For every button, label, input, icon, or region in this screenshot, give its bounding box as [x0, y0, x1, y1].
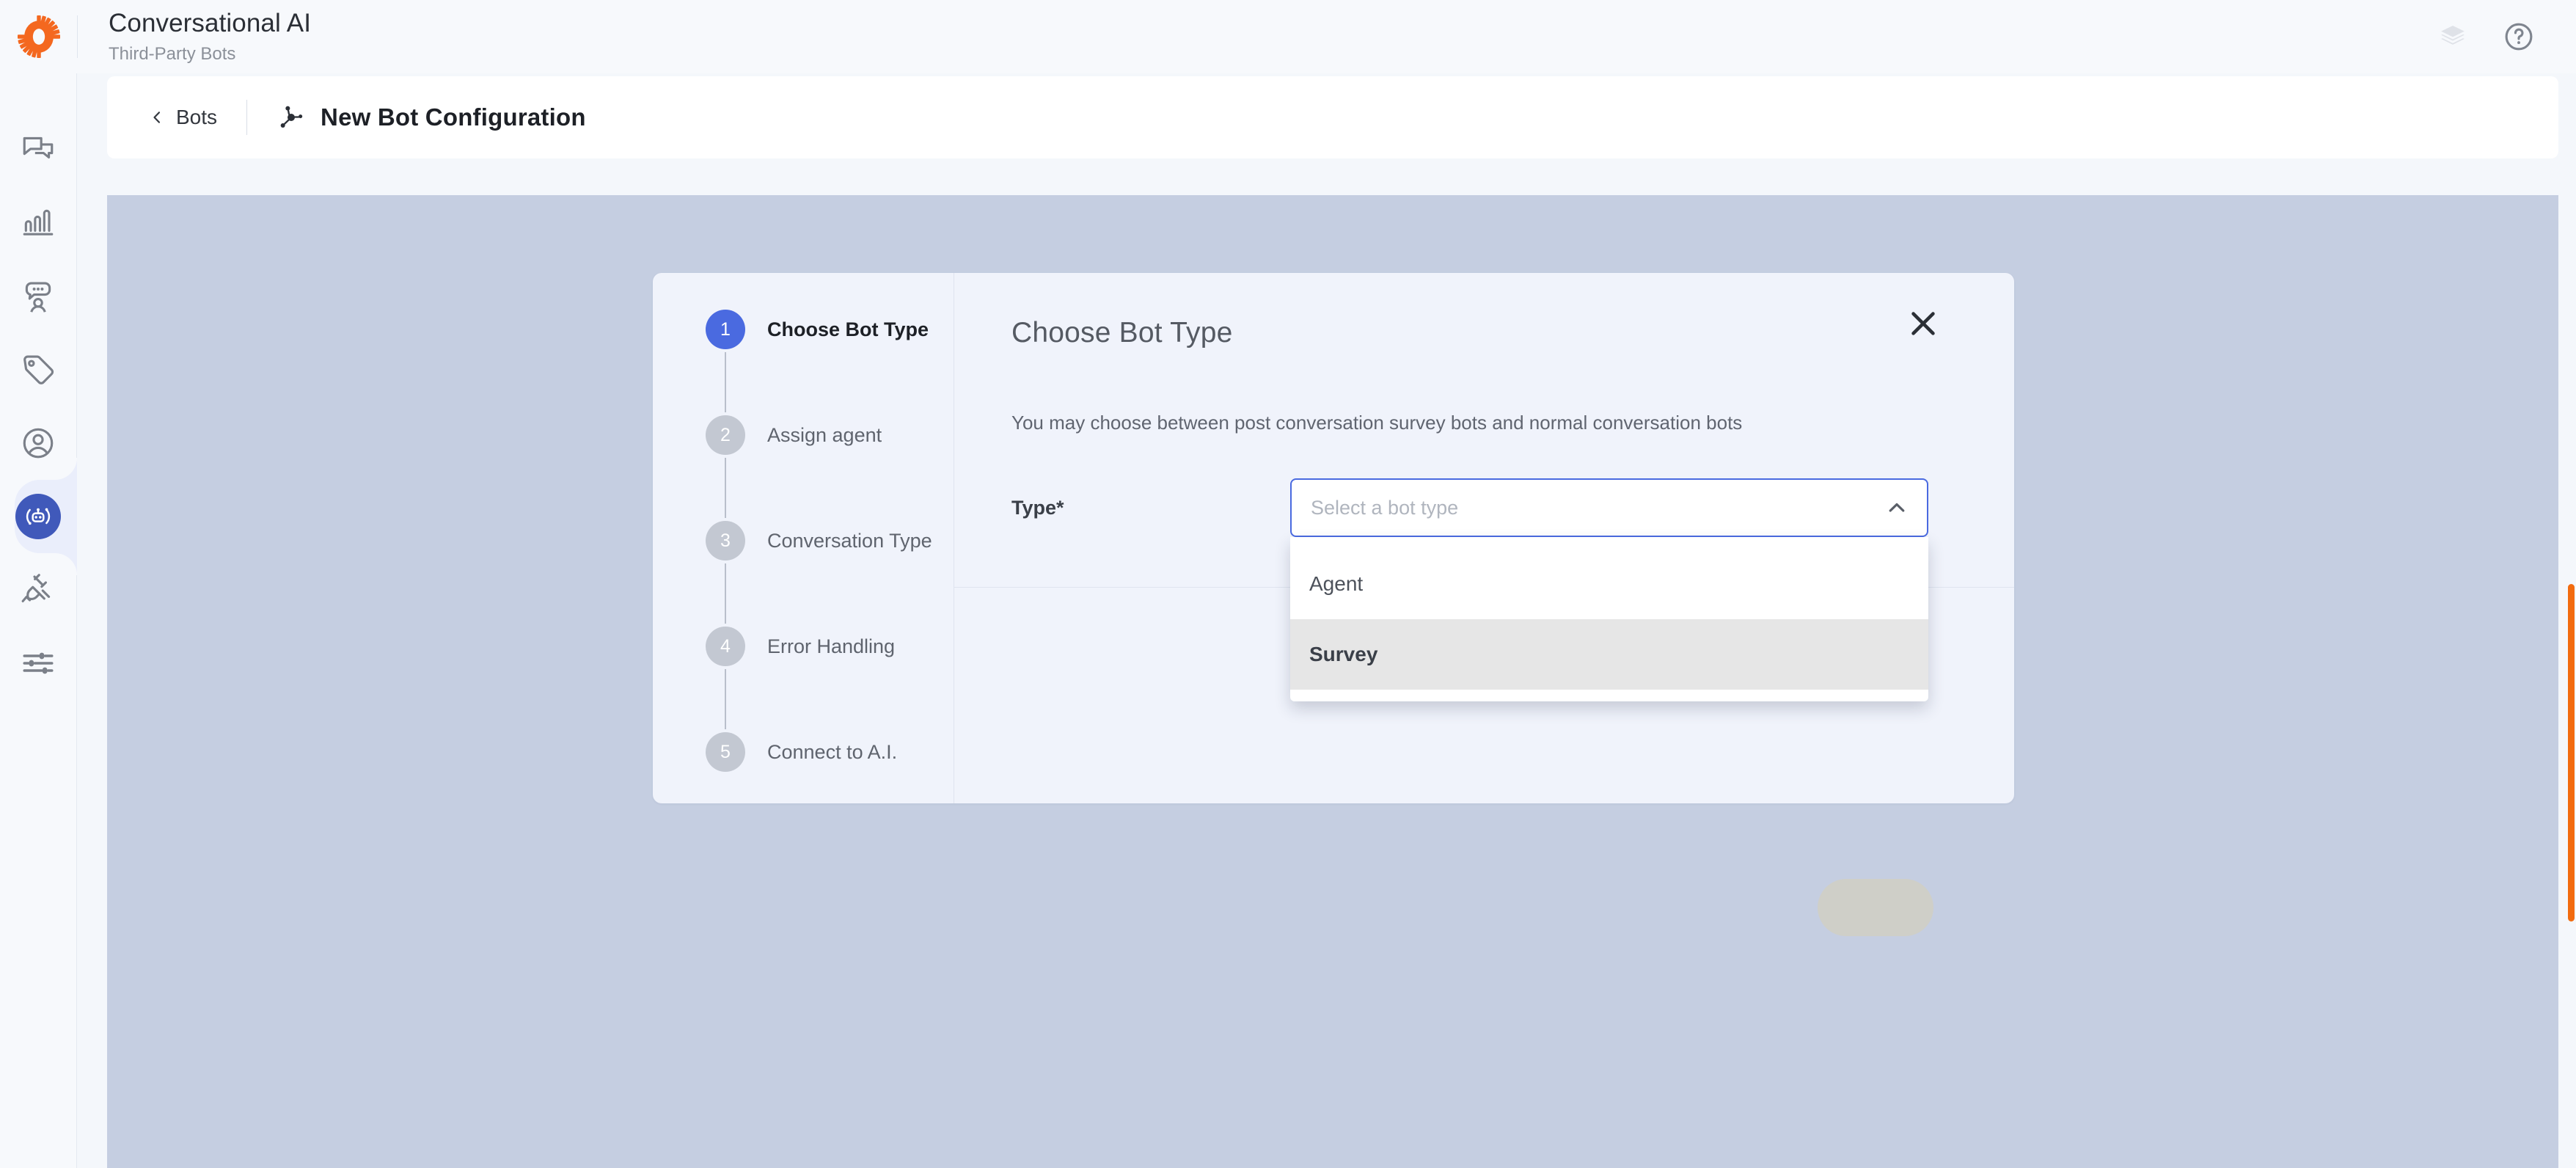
chevron-left-icon [153, 112, 160, 123]
bot-icon [26, 508, 51, 525]
step-number: 5 [706, 732, 745, 772]
agent-speech-icon [25, 282, 51, 313]
bot-type-label: Type* [1011, 496, 1064, 519]
sidebar-item-settings[interactable] [0, 627, 77, 700]
breadcrumb: Bots New Bot Configuration [107, 76, 2558, 158]
sidebar-rail [0, 73, 77, 1168]
bot-type-field-row: Type* Select a bot type Agent Survey [1011, 478, 2014, 701]
step-label: Choose Bot Type [767, 318, 929, 340]
close-button[interactable] [1900, 301, 1946, 346]
wizard-step-2[interactable]: 2 Assign agent [706, 412, 954, 458]
back-to-bots-link[interactable]: Bots [150, 106, 217, 129]
step-number: 2 [706, 415, 745, 455]
bot-type-placeholder: Select a bot type [1311, 496, 1459, 519]
sidebar-item-integrations[interactable] [0, 553, 77, 627]
next-button[interactable] [1818, 879, 1933, 936]
app-root: Conversational AI Third-Party Bots Bots … [0, 0, 2576, 1168]
sidebar-item-conversations[interactable] [0, 113, 77, 186]
wizard-step-3[interactable]: 3 Conversation Type [706, 518, 954, 563]
bar-chart-icon [23, 209, 54, 236]
wizard-step-4[interactable]: 4 Error Handling [706, 624, 954, 669]
step-number: 3 [706, 521, 745, 561]
rail-notch-top [54, 458, 77, 480]
sidebar-item-tags[interactable] [0, 333, 77, 406]
header-actions [2434, 18, 2576, 56]
header-title-block: Conversational AI Third-Party Bots [78, 8, 311, 65]
app-logo[interactable] [0, 0, 77, 73]
bot-type-select-wrap: Select a bot type Agent Survey [1290, 478, 1928, 701]
sidebar-item-agents[interactable] [0, 260, 77, 333]
step-number: 4 [706, 627, 745, 666]
page-title: Conversational AI [109, 9, 312, 38]
step-connector [706, 458, 745, 518]
bot-type-options: Agent Survey [1290, 537, 1928, 701]
step-label: Connect to A.I. [767, 740, 898, 763]
wizard-steps: 1 Choose Bot Type 2 Assign agent 3 Conve… [653, 273, 954, 803]
step-label: Conversation Type [767, 529, 932, 552]
layers-icon [2441, 26, 2465, 45]
sidebar-item-bots[interactable] [0, 458, 77, 575]
page-scrollbar[interactable] [2566, 195, 2576, 1168]
step-number: 1 [706, 310, 745, 349]
chevron-up-icon [1889, 503, 1905, 512]
help-button[interactable] [2500, 18, 2538, 56]
top-header: Conversational AI Third-Party Bots [0, 0, 2576, 73]
panel-header: Choose Bot Type You may choose between p… [954, 273, 2014, 434]
wizard-panel: Choose Bot Type You may choose between p… [954, 273, 2014, 936]
panel-description: You may choose between post conversation… [1011, 412, 1743, 434]
sidebar-item-analytics[interactable] [0, 186, 77, 260]
breadcrumb-title: New Bot Configuration [321, 103, 586, 131]
back-label: Bots [176, 106, 218, 128]
layers-button[interactable] [2434, 18, 2472, 56]
page-subtitle: Third-Party Bots [109, 43, 236, 64]
user-circle-icon [23, 428, 54, 459]
wizard-step-5[interactable]: 5 Connect to A.I. [706, 729, 954, 775]
close-icon [1911, 312, 1935, 335]
wizard-step-1[interactable]: 1 Choose Bot Type [706, 307, 954, 352]
step-label: Error Handling [767, 635, 896, 657]
step-connector [706, 563, 745, 624]
step-connector [706, 669, 745, 729]
gear-icon [17, 15, 60, 58]
panel-title: Choose Bot Type [1011, 317, 1233, 348]
bot-type-select[interactable]: Select a bot type [1290, 478, 1928, 537]
bot-type-option-survey[interactable]: Survey [1290, 619, 1928, 690]
breadcrumb-current: New Bot Configuration [277, 103, 586, 132]
step-connector [706, 352, 745, 412]
bot-node-icon [280, 106, 303, 128]
bot-active-badge [15, 494, 61, 539]
step-label: Assign agent [767, 423, 882, 446]
sliders-icon [23, 652, 54, 674]
plug-icon [21, 574, 51, 602]
new-bot-wizard-card: 1 Choose Bot Type 2 Assign agent 3 Conve… [653, 273, 2014, 936]
chat-bubbles-icon [23, 136, 54, 158]
tag-icon [23, 355, 54, 384]
scrollbar-thumb[interactable] [2568, 584, 2575, 921]
help-circle-icon [2505, 23, 2533, 51]
bot-type-option-agent[interactable]: Agent [1290, 549, 1928, 619]
breadcrumb-divider [246, 100, 248, 135]
